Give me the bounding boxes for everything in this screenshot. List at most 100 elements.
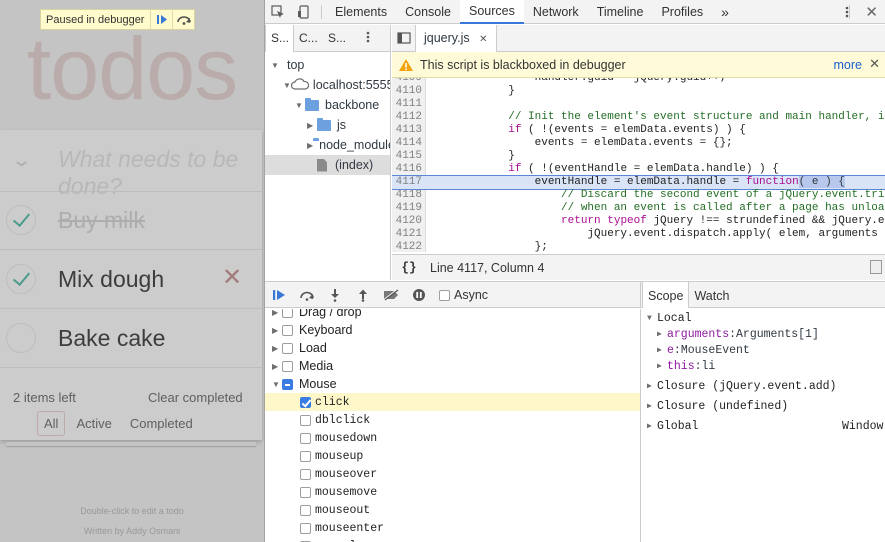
collapsed-triangle-icon[interactable]: ▶ — [307, 121, 317, 130]
scope-property[interactable]: ▶ arguments: Arguments[1] — [642, 326, 885, 342]
line-number[interactable]: 4113 — [392, 124, 424, 137]
line-number[interactable]: 4111 — [392, 98, 424, 111]
event-breakpoint-item[interactable]: mouseleave — [265, 537, 640, 542]
event-breakpoint-item[interactable]: mouseup — [265, 447, 640, 465]
close-devtools-icon[interactable]: ✕ — [865, 3, 878, 21]
line-number[interactable]: 4109 — [392, 78, 424, 85]
breakpoint-checkbox[interactable] — [300, 414, 311, 426]
line-number[interactable]: 4118 — [392, 189, 424, 202]
event-breakpoint-item[interactable]: mouseout — [265, 501, 640, 519]
navigator-menu-icon[interactable] — [366, 31, 370, 46]
tab-network[interactable]: Network — [524, 0, 588, 24]
line-number[interactable]: 4116 — [392, 163, 424, 176]
scope-section[interactable]: ▶ Closure (undefined) — [642, 398, 885, 414]
expanded-triangle-icon[interactable]: ▼ — [283, 81, 291, 90]
deactivate-breakpoints-button[interactable] — [377, 282, 405, 308]
step-over-overlay-button[interactable] — [172, 10, 194, 29]
breakpoint-checkbox[interactable] — [282, 360, 293, 372]
collapsed-triangle-icon[interactable]: ▶ — [657, 345, 667, 355]
line-number[interactable]: 4117 — [392, 176, 424, 189]
line-number[interactable]: 4110 — [392, 85, 424, 98]
line-number[interactable]: 4120 — [392, 215, 424, 228]
tree-item[interactable]: ▶ js — [265, 115, 390, 135]
event-breakpoint-item[interactable]: click — [265, 393, 640, 411]
scope-section[interactable]: ▶ Global Window — [642, 418, 885, 434]
event-breakpoint-category[interactable]: ▶ Keyboard — [265, 321, 640, 339]
event-breakpoint-category[interactable]: ▶ Media — [265, 357, 640, 375]
breakpoint-checkbox[interactable] — [282, 342, 293, 354]
event-breakpoint-category[interactable]: ▼ Mouse — [265, 375, 640, 393]
tree-item[interactable]: ▼ localhost:5555 — [265, 75, 390, 95]
inspect-element-icon[interactable] — [265, 0, 291, 24]
tab-sources[interactable]: Sources — [459, 0, 524, 24]
event-breakpoint-category[interactable]: ▶ Load — [265, 339, 640, 357]
tab-profiles[interactable]: Profiles — [652, 0, 712, 24]
scope-property[interactable]: ▶ this: li — [642, 358, 885, 374]
collapsed-triangle-icon[interactable]: ▶ — [657, 361, 667, 371]
code-line[interactable]: 4120 return typeof jQuery !== strundefin… — [392, 215, 885, 228]
code-line[interactable]: 4112 // Init the element's event structu… — [392, 111, 885, 124]
coverage-toggle-icon[interactable] — [870, 260, 882, 274]
line-number[interactable]: 4119 — [392, 202, 424, 215]
scope-property[interactable]: ▶ e: MouseEvent — [642, 342, 885, 358]
code-line[interactable]: 4116 if ( !(eventHandle = elemData.handl… — [392, 163, 885, 176]
close-tab-icon[interactable]: ✕ — [479, 34, 487, 45]
step-into-button[interactable] — [321, 282, 349, 308]
line-number[interactable]: 4122 — [392, 241, 424, 252]
collapsed-triangle-icon[interactable]: ▶ — [272, 309, 282, 317]
step-out-button[interactable] — [349, 282, 377, 308]
warning-more-link[interactable]: more — [834, 58, 862, 72]
tab-timeline[interactable]: Timeline — [588, 0, 653, 24]
async-toggle[interactable]: Async — [439, 288, 488, 302]
breakpoint-checkbox[interactable] — [300, 468, 311, 480]
code-line[interactable]: 4111 — [392, 98, 885, 111]
code-area[interactable]: 4109 handler.guid = jQuery.guid++; 4110 }… — [392, 78, 885, 252]
event-breakpoint-item[interactable]: dblclick — [265, 411, 640, 429]
breakpoint-checkbox[interactable] — [282, 378, 293, 390]
collapsed-triangle-icon[interactable]: ▶ — [647, 381, 657, 391]
code-line[interactable]: 4113 if ( !(events = elemData.events) ) … — [392, 124, 885, 137]
collapsed-triangle-icon[interactable]: ▶ — [647, 401, 657, 411]
line-number[interactable]: 4114 — [392, 137, 424, 150]
tree-item[interactable]: (index) — [265, 155, 390, 175]
async-checkbox[interactable] — [439, 289, 450, 301]
navigator-tab-2[interactable]: C... — [294, 25, 323, 52]
warning-close-icon[interactable]: ✕ — [869, 56, 880, 72]
breakpoint-checkbox[interactable] — [282, 309, 293, 318]
code-line[interactable]: 4114 events = elemData.events = {}; — [392, 137, 885, 150]
tree-item[interactable]: ▼ backbone — [265, 95, 390, 115]
event-breakpoint-item[interactable]: mousedown — [265, 429, 640, 447]
event-breakpoint-category[interactable]: ▶ Drag / drop — [265, 309, 640, 321]
breakpoint-checkbox[interactable] — [300, 486, 311, 498]
expanded-triangle-icon[interactable]: ▼ — [271, 61, 281, 70]
event-breakpoint-item[interactable]: mouseover — [265, 465, 640, 483]
breakpoint-checkbox[interactable] — [300, 432, 311, 444]
collapsed-triangle-icon[interactable]: ▶ — [657, 329, 667, 339]
tree-item[interactable]: ▶ node_modules — [265, 135, 390, 155]
code-line[interactable]: 4119 // when an event is called after a … — [392, 202, 885, 215]
navigator-tab-3[interactable]: S... — [323, 25, 352, 52]
tab-scope[interactable]: Scope — [642, 282, 690, 308]
collapsed-triangle-icon[interactable]: ▶ — [272, 344, 282, 353]
collapsed-triangle-icon[interactable]: ▶ — [647, 421, 657, 431]
resume-button[interactable] — [265, 282, 293, 308]
code-line[interactable]: 4109 handler.guid = jQuery.guid++; — [392, 78, 885, 85]
event-breakpoint-item[interactable]: mousemove — [265, 483, 640, 501]
collapsed-triangle-icon[interactable]: ▶ — [272, 362, 282, 371]
settings-menu-icon[interactable] — [834, 0, 860, 24]
pause-on-exceptions-button[interactable] — [405, 282, 433, 308]
navigator-tab-1[interactable]: S... — [265, 24, 294, 52]
scope-section[interactable]: ▶ Closure (jQuery.event.add) — [642, 378, 885, 394]
code-line[interactable]: 4121 jQuery.event.dispatch.apply( elem, … — [392, 228, 885, 241]
tree-item[interactable]: ▼ top — [265, 55, 390, 75]
step-over-button[interactable] — [293, 282, 321, 308]
toggle-navigator-icon[interactable] — [392, 24, 416, 52]
expanded-triangle-icon[interactable]: ▼ — [647, 314, 657, 323]
collapsed-triangle-icon[interactable]: ▶ — [272, 326, 282, 335]
breakpoint-checkbox[interactable] — [300, 522, 311, 534]
expanded-triangle-icon[interactable]: ▼ — [295, 101, 305, 110]
code-line[interactable]: 4117 eventHandle = elemData.handle = fun… — [392, 175, 885, 190]
line-number[interactable]: 4115 — [392, 150, 424, 163]
collapsed-triangle-icon[interactable]: ▶ — [307, 141, 313, 150]
code-line[interactable]: 4122 }; — [392, 241, 885, 252]
